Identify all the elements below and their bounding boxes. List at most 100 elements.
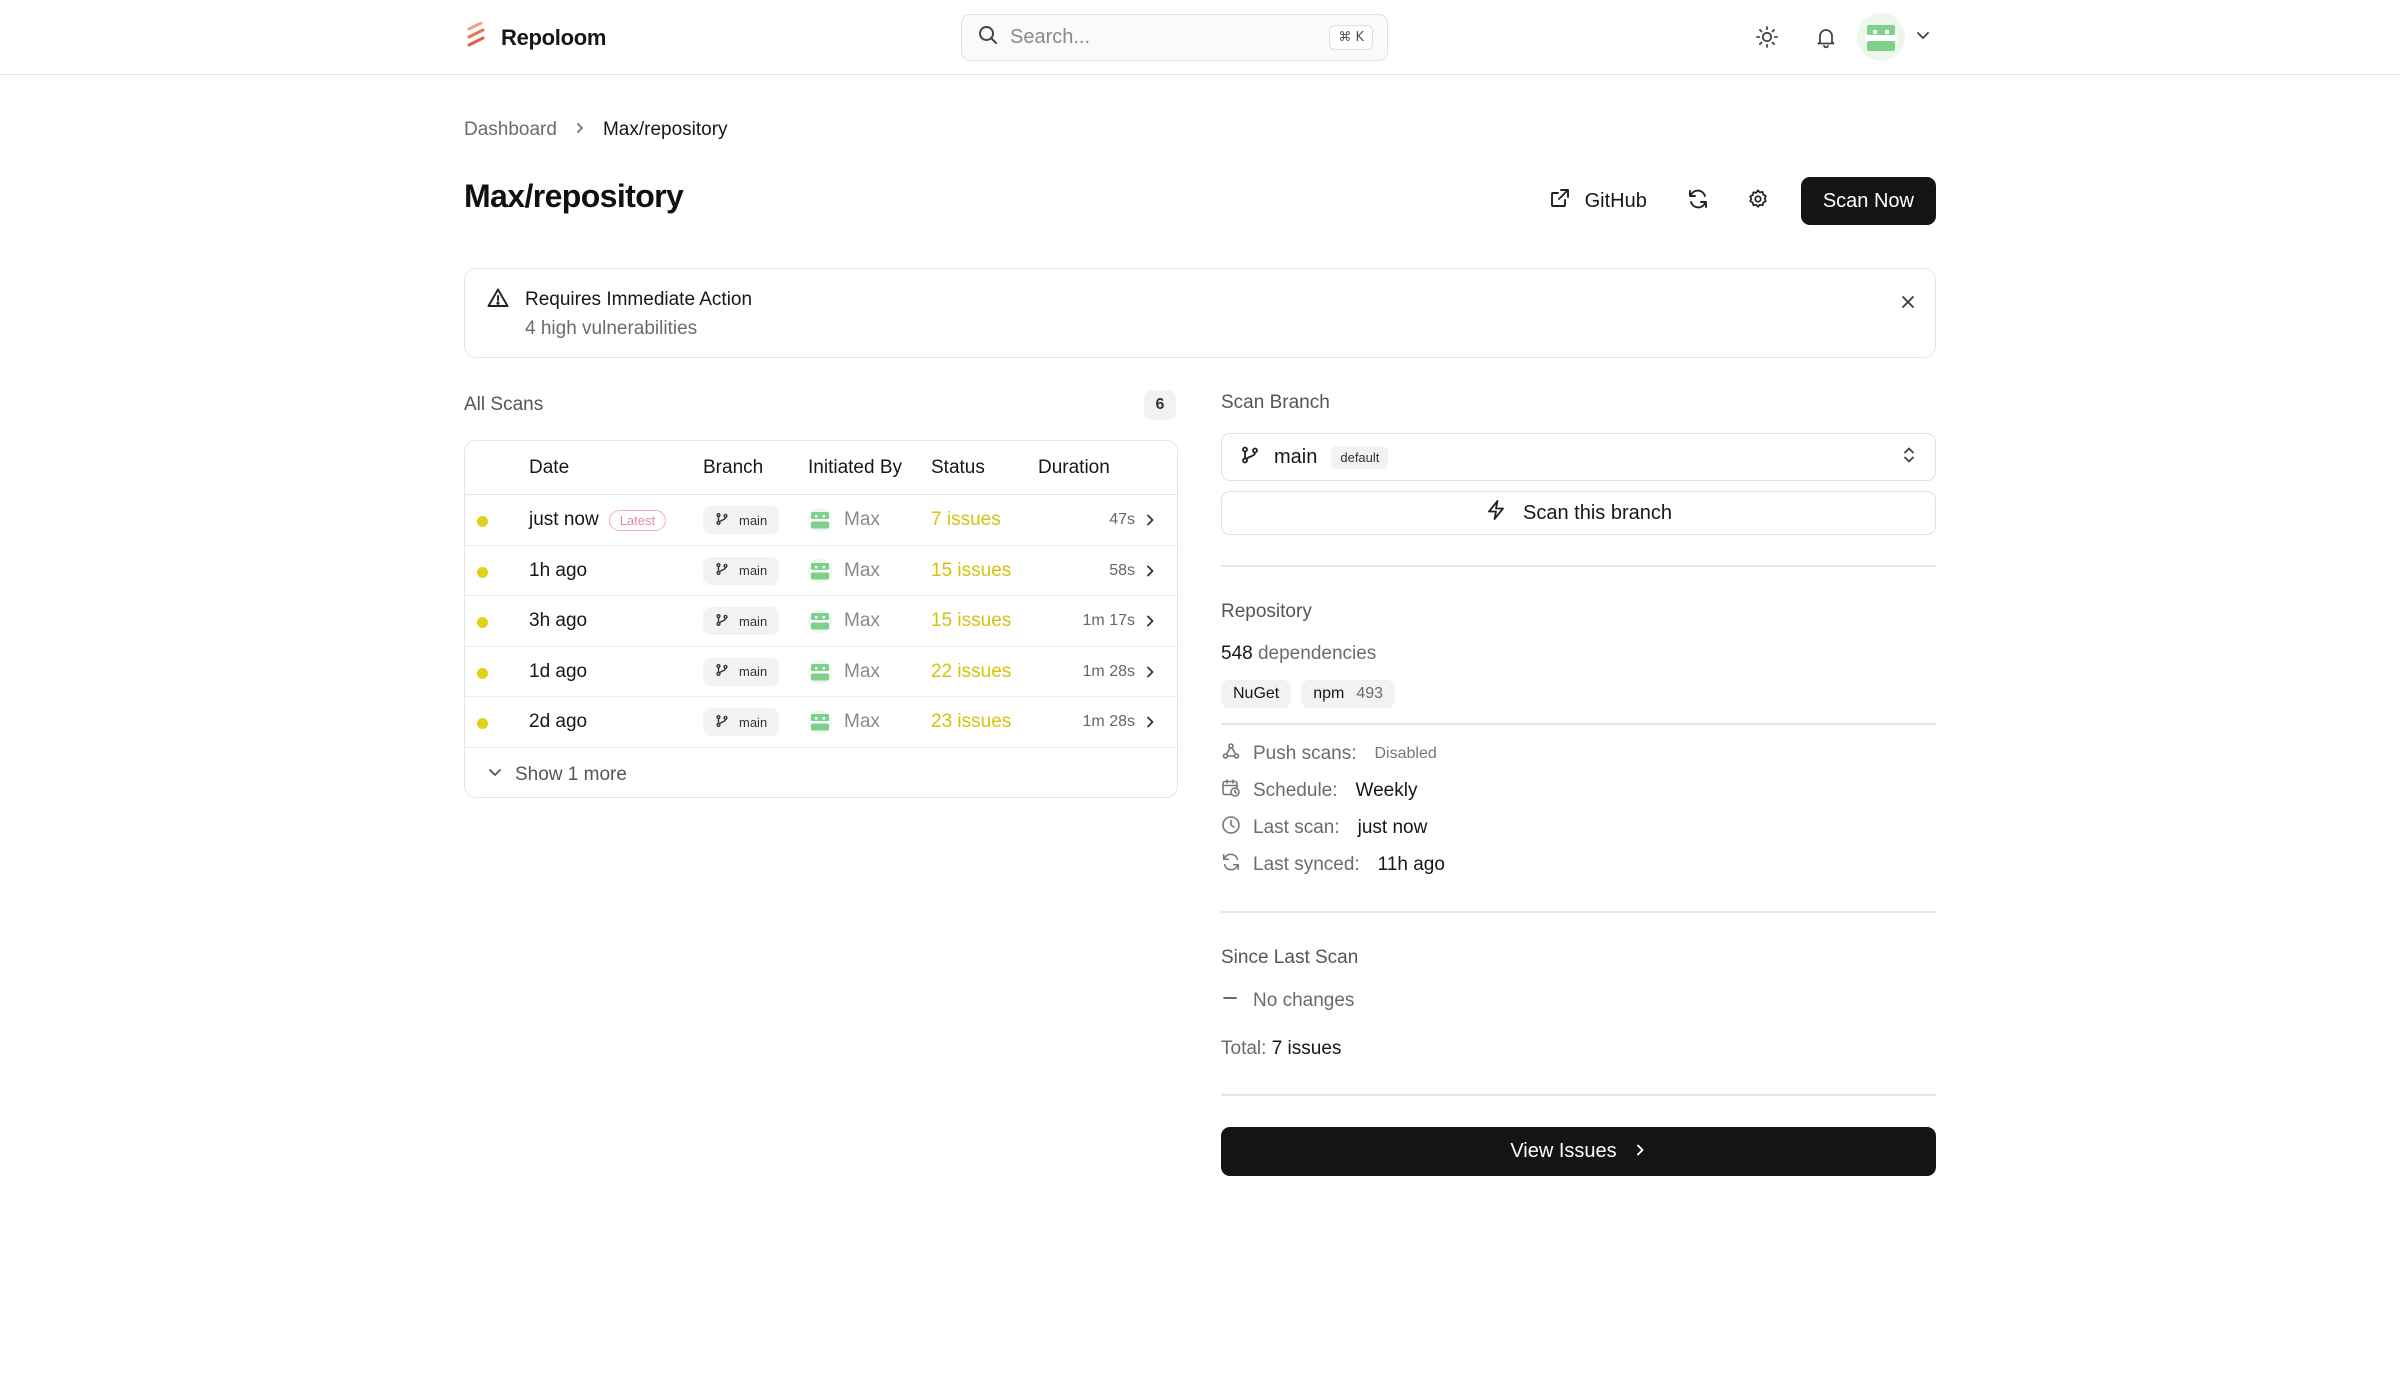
scan-date: just now — [529, 509, 599, 530]
chevron-right-icon[interactable] — [1135, 546, 1165, 596]
scan-now-button[interactable]: Scan Now — [1800, 177, 1936, 225]
branch-name: main — [739, 664, 768, 679]
status-dot — [477, 667, 488, 679]
schedule-value: Weekly — [1355, 780, 1418, 801]
table-row[interactable]: 1d ago main Max 22 issues 1m 28s — [465, 647, 1177, 697]
table-row[interactable]: 2d ago main Max 23 issues 1m 28s — [465, 697, 1177, 748]
date-cell: 1h ago — [529, 546, 587, 596]
column-header-duration: Duration — [1038, 457, 1110, 478]
tag-count: 493 — [1356, 685, 1384, 702]
scan-this-branch-button[interactable]: Scan this branch — [1221, 491, 1936, 535]
status-dot — [477, 718, 488, 729]
scan-date: 1h ago — [529, 559, 588, 581]
user-name: Max — [844, 559, 880, 581]
scan-branch-label: Scan Branch — [1221, 392, 1330, 413]
branch-select[interactable]: main default — [1221, 433, 1936, 481]
scan-this-branch-label: Scan this branch — [1523, 501, 1672, 524]
since-last-scan-label: Since Last Scan — [1221, 947, 1359, 968]
view-issues-button[interactable]: View Issues — [1221, 1127, 1936, 1176]
status-cell: 15 issues — [931, 546, 1011, 596]
initiated-by-cell: Max — [808, 647, 880, 697]
chevron-right-icon[interactable] — [1135, 495, 1165, 545]
dependency-count: 548 — [1221, 643, 1253, 664]
branch-cell: main — [703, 495, 780, 545]
logo-icon — [465, 21, 487, 53]
status-cell: 7 issues — [931, 495, 1001, 545]
chevron-right-icon[interactable] — [1135, 697, 1165, 747]
chevron-right-icon[interactable] — [1135, 647, 1165, 697]
theme-toggle-sun-icon[interactable] — [1752, 22, 1782, 52]
status-dot — [477, 566, 488, 578]
scan-date: 3h ago — [529, 610, 588, 631]
avatar — [808, 710, 832, 734]
issues-count: 15 issues — [931, 610, 1012, 631]
schedule-row: Schedule: Weekly — [1221, 778, 1417, 804]
scan-date: 2d ago — [529, 711, 588, 732]
webhook-icon — [1221, 741, 1241, 767]
user-menu[interactable] — [1857, 13, 1931, 61]
issues-count: 23 issues — [931, 711, 1012, 732]
changes-row: No changes — [1221, 989, 1354, 1013]
branch-cell: main — [703, 596, 780, 646]
search-input[interactable]: Search... ⌘ K — [961, 14, 1388, 61]
last-synced-value: 11h ago — [1377, 854, 1445, 875]
status-cell: 22 issues — [931, 647, 1011, 697]
calendar-clock-icon — [1221, 778, 1241, 804]
chevron-right-icon — [1633, 1140, 1647, 1163]
total-row: Total: 7 issues — [1221, 1038, 1341, 1060]
refresh-button[interactable] — [1675, 177, 1721, 225]
settings-button[interactable] — [1735, 177, 1781, 225]
chevron-right-icon[interactable] — [1135, 596, 1165, 646]
github-button-label: GitHub — [1584, 189, 1647, 212]
minus-icon — [1221, 989, 1239, 1013]
push-scans-label: Push scans: — [1253, 743, 1357, 764]
status-cell: 23 issues — [931, 697, 1011, 747]
git-branch-icon — [715, 512, 729, 529]
sync-icon — [1221, 852, 1241, 878]
app-logo[interactable]: Repoloom — [465, 21, 606, 53]
issues-count: 15 issues — [931, 559, 1012, 581]
notifications-bell-icon[interactable] — [1811, 22, 1841, 52]
breadcrumb-current: Max/repository — [602, 119, 728, 140]
divider — [1221, 1094, 1936, 1096]
date-cell: just now Latest — [529, 495, 667, 545]
breadcrumb-dashboard[interactable]: Dashboard — [464, 119, 557, 141]
avatar — [808, 659, 832, 684]
branch-pill: main — [703, 657, 780, 686]
initiated-by-cell: Max — [808, 596, 880, 646]
duration: 1m 28s — [1082, 662, 1135, 680]
tag-name: NuGet — [1233, 685, 1280, 702]
page-title: Max/repository — [464, 178, 684, 214]
all-scans-label: All Scans — [464, 394, 544, 415]
chevron-right-icon — [573, 119, 587, 141]
repository-label: Repository — [1221, 601, 1312, 622]
column-header-branch: Branch — [703, 457, 764, 478]
refresh-icon — [1687, 188, 1709, 215]
close-icon[interactable] — [1899, 293, 1917, 316]
clock-icon — [1221, 815, 1241, 841]
issues-count: 22 issues — [931, 660, 1012, 682]
show-more-button[interactable]: Show 1 more — [487, 764, 627, 786]
git-branch-icon — [715, 714, 729, 731]
branch-name: main — [739, 613, 768, 629]
table-row[interactable]: 3h ago main Max 15 issues 1m 17s — [465, 596, 1177, 647]
search-shortcut: ⌘ K — [1329, 25, 1373, 50]
table-row[interactable]: just now Latest main Max 7 issues 47s — [465, 495, 1177, 546]
user-name: Max — [844, 509, 880, 530]
selected-branch: main — [1274, 445, 1318, 468]
divider — [1221, 911, 1936, 913]
branch-pill: main — [703, 708, 780, 736]
duration: 47s — [1109, 511, 1135, 528]
dependency-word: dependencies — [1257, 643, 1377, 664]
duration-cell: 47s — [1025, 495, 1135, 545]
branch-pill: main — [703, 607, 780, 635]
avatar — [808, 558, 832, 583]
github-button[interactable]: GitHub — [1535, 177, 1661, 225]
schedule-label: Schedule: — [1253, 780, 1338, 801]
scan-date: 1d ago — [529, 660, 588, 682]
table-row[interactable]: 1h ago main Max 15 issues 58s — [465, 546, 1177, 596]
avatar — [808, 609, 832, 633]
default-badge: default — [1331, 445, 1389, 469]
latest-badge: Latest — [608, 509, 667, 531]
branch-cell: main — [703, 697, 780, 747]
